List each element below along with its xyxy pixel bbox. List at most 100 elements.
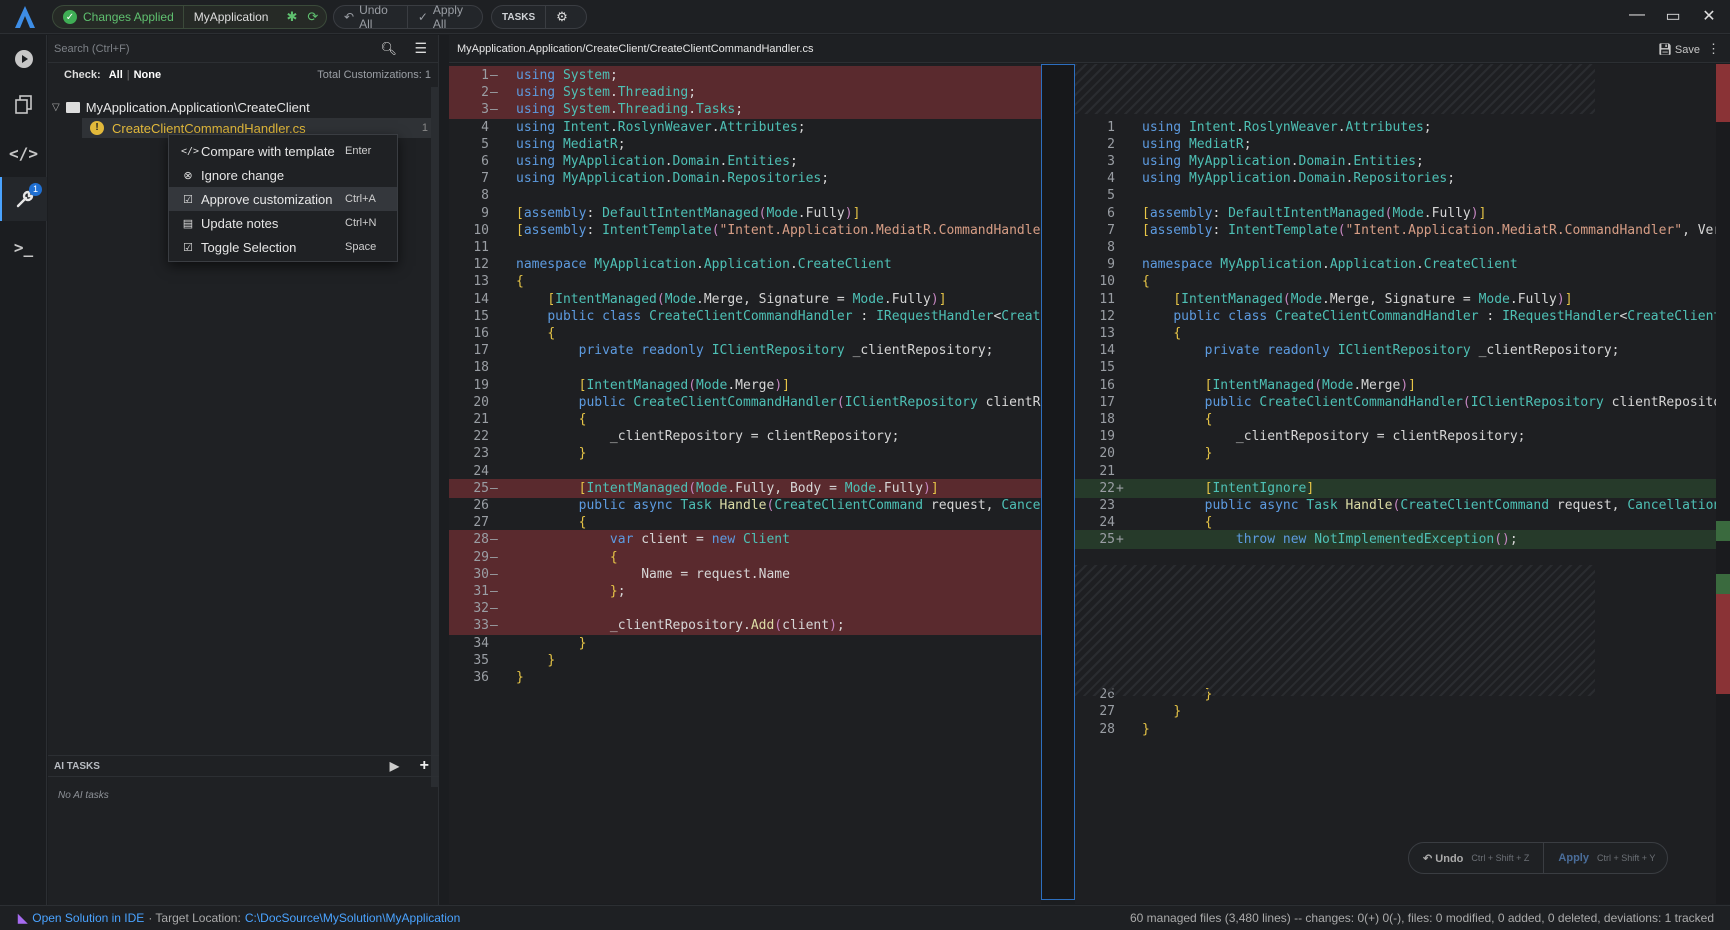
code-line[interactable]: 24 { [1075,513,1730,532]
code-line[interactable]: 27 } [1075,702,1730,721]
check-none-link[interactable]: None [134,69,162,81]
maximize-button[interactable]: ▭ [1661,6,1685,26]
run-icon[interactable] [0,37,47,81]
code-line[interactable]: 12 namespace MyApplication.Application.Cr… [449,255,1041,274]
code-line[interactable]: 15 [1075,358,1730,377]
code-line[interactable]: 10 { [1075,272,1730,291]
code-line[interactable]: 14 [IntentManaged(Mode.Merge, Signature … [449,290,1041,309]
code-line[interactable]: 28} [1075,720,1730,739]
search-icon[interactable]: 🔍︎ [380,41,397,57]
code-line[interactable]: 11 [449,238,1041,257]
minimize-button[interactable]: — [1625,6,1649,24]
code-line[interactable]: 35 } [449,651,1041,670]
code-line[interactable]: 3— using System.Threading.Tasks; [449,100,1041,120]
code-line[interactable]: 26 public async Task Handle(CreateClient… [449,496,1048,515]
code-line[interactable]: 25 + throw new NotImplementedException(); [1075,530,1730,550]
code-line[interactable]: 19 [IntentManaged(Mode.Merge)] [449,376,1041,395]
code-line[interactable]: 29— { [449,547,1041,567]
customizations-wrench-icon[interactable]: 1 [0,177,47,221]
code-line[interactable]: 33— _clientRepository.Add(client); [449,616,1041,636]
more-options-icon[interactable]: ⋮ [1707,41,1720,57]
code-icon[interactable]: </> [0,131,47,175]
code-line[interactable]: 30— Name = request.Name [449,564,1041,584]
code-line[interactable]: 5 [1075,186,1730,205]
terminal-icon[interactable]: >_ [0,225,47,269]
code-line[interactable]: 25— [IntentManaged(Mode.Fully, Body = Mo… [449,478,1041,498]
tasks-button[interactable]: TASKS [492,6,545,28]
code-line[interactable]: 10 [assembly: IntentTemplate("Intent.Appl… [449,221,1048,240]
code-line[interactable]: 20 public CreateClientCommandHandler(ICl… [449,393,1048,412]
code-line[interactable]: 7 [assembly: IntentTemplate("Intent.Appli… [1075,221,1730,240]
code-line[interactable]: 21 [1075,462,1730,481]
code-line[interactable]: 1 using Intent.RoslynWeaver.Attributes; [1075,118,1730,137]
code-line[interactable]: 1— using System; [449,66,1041,85]
code-line[interactable]: 21 { [449,410,1041,429]
code-line[interactable]: 6 [assembly: DefaultIntentManaged(Mode.Fu… [1075,204,1730,223]
code-line[interactable]: 3 using MyApplication.Domain.Entities; [1075,152,1730,171]
undo-all-button[interactable]: ↶ Undo All [334,3,407,31]
tree-folder[interactable]: ▽ MyApplication.Application\CreateClient [48,97,439,117]
code-line[interactable]: 8 [449,186,1041,205]
menu-item-compare[interactable]: </> Compare with template Enter [169,139,397,163]
left-diff-pane[interactable]: 1— using System; 2— using System.Threading;… [449,64,1048,904]
code-line[interactable]: 17 private readonly IClientRepository _c… [449,341,1041,360]
list-view-icon[interactable]: ☰ [414,40,427,57]
menu-item-toggle-selection[interactable]: ☑ Toggle Selection Space [169,235,397,259]
chevron-down-icon[interactable]: ▽ [52,102,60,113]
sidebar-scrollbar[interactable] [431,87,439,787]
code-line[interactable]: 16 { [449,324,1041,343]
code-line[interactable]: 2 using MediatR; [1075,135,1730,154]
save-button[interactable]: 💾︎ Save [1658,43,1700,56]
code-line[interactable]: 28— var client = new Client [449,530,1041,550]
undo-button[interactable]: ↶ Undo [1423,852,1463,865]
right-diff-pane[interactable]: 1 using Intent.RoslynWeaver.Attributes; 2 u… [1075,64,1730,904]
app-name[interactable]: MyApplication [194,10,269,24]
code-line[interactable]: 31— }; [449,582,1041,601]
code-line[interactable]: 23 public async Task Handle(CreateClient… [1075,496,1730,515]
add-icon[interactable]: + [420,757,429,775]
code-line[interactable]: 4 using MyApplication.Domain.Repositories… [1075,169,1730,188]
code-line[interactable]: 23 } [449,444,1041,463]
status-pill[interactable]: ✓ Changes Applied MyApplication ✱ ⟳ [52,5,327,29]
code-line[interactable]: 15 public class CreateClientCommandHandl… [449,307,1048,326]
code-line[interactable]: 36} [449,668,1041,687]
menu-item-ignore[interactable]: ⊗ Ignore change [169,163,397,187]
right-scrollbar[interactable] [1716,64,1730,904]
code-line[interactable]: 9 namespace MyApplication.Application.Cre… [1075,255,1730,274]
code-line[interactable]: 19 _clientRepository = clientRepository; [1075,427,1730,446]
code-line[interactable]: 4 using Intent.RoslynWeaver.Attributes; [449,118,1041,137]
code-line[interactable]: 7 using MyApplication.Domain.Repositories… [449,169,1041,188]
code-line[interactable]: 6 using MyApplication.Domain.Entities; [449,152,1041,171]
code-line[interactable]: 13 { [1075,324,1730,343]
code-line[interactable]: 9 [assembly: DefaultIntentManaged(Mode.Fu… [449,204,1041,223]
refresh-icon[interactable]: ⟳ [307,9,318,25]
code-line[interactable]: 32— [449,599,1041,619]
code-line[interactable]: 34 } [449,634,1041,653]
search-input[interactable] [54,39,394,59]
code-line[interactable]: 14 private readonly IClientRepository _c… [1075,341,1730,360]
code-line[interactable]: 24 [449,462,1041,481]
left-minimap[interactable] [1041,64,1075,900]
code-line[interactable]: 17 public CreateClientCommandHandler(ICl… [1075,393,1730,412]
code-line[interactable]: 22 + [IntentIgnore] [1075,478,1730,498]
menu-item-approve[interactable]: ☑ Approve customization Ctrl+A [169,187,397,211]
code-line[interactable]: 20 } [1075,444,1730,463]
target-path-link[interactable]: C:\DocSource\MySolution\MyApplication [245,911,460,925]
code-line[interactable]: 22 _clientRepository = clientRepository; [449,427,1041,446]
code-line[interactable]: 18 [449,358,1041,377]
apply-all-button[interactable]: ✓ Apply All [408,3,482,31]
code-line[interactable]: 16 [IntentManaged(Mode.Merge)] [1075,376,1730,395]
code-line[interactable]: 27 { [449,513,1041,532]
code-line[interactable]: 12 public class CreateClientCommandHandl… [1075,307,1730,326]
check-all-link[interactable]: All [109,69,123,81]
code-line[interactable]: 13 { [449,272,1041,291]
apply-button[interactable]: Apply [1558,852,1589,864]
code-line[interactable]: 2— using System.Threading; [449,83,1041,103]
open-ide-link[interactable]: Open Solution in IDE [32,911,144,925]
play-icon[interactable]: ▶ [390,759,399,773]
code-line[interactable]: 8 [1075,238,1730,257]
bug-icon[interactable]: ✱ [286,9,297,25]
close-button[interactable]: ✕ [1697,6,1721,26]
code-line[interactable]: 5 using MediatR; [449,135,1041,154]
gear-icon[interactable]: ⚙ [546,6,578,28]
